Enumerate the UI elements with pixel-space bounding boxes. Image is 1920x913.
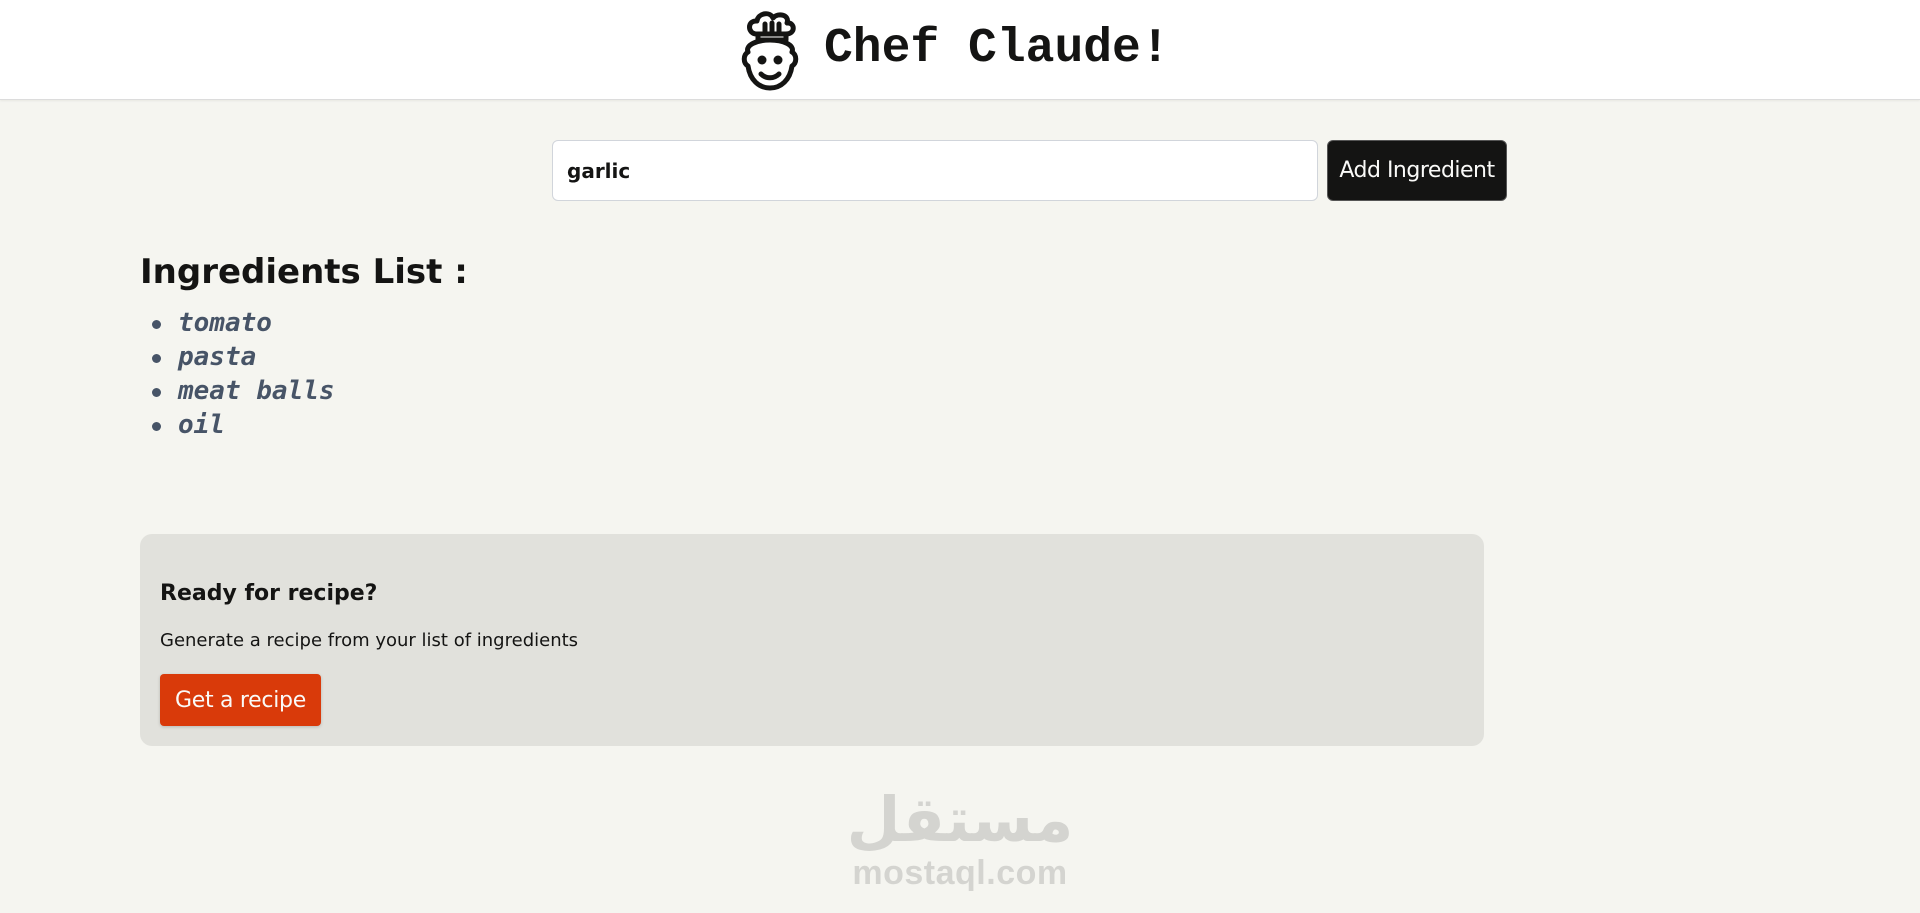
get-recipe-button[interactable]: Get a recipe	[160, 674, 321, 726]
recipe-card: Ready for recipe? Generate a recipe from…	[140, 534, 1484, 746]
app-title: Chef Claude!	[824, 22, 1170, 76]
watermark-arabic-text: مستقل	[846, 783, 1074, 856]
ingredients-list-title: Ingredients List :	[140, 252, 468, 292]
add-ingredient-button[interactable]: Add Ingredient	[1327, 140, 1507, 201]
ingredient-item: tomato	[152, 306, 335, 340]
ingredient-item: oil	[152, 408, 335, 442]
chef-icon	[741, 11, 799, 91]
ingredient-item: pasta	[152, 340, 335, 374]
watermark-url: mostaql.com	[852, 854, 1068, 892]
ingredient-item: meat balls	[152, 376, 335, 406]
ingredient-input[interactable]	[552, 140, 1318, 201]
ingredients-list: tomato pasta meat balls oil	[140, 306, 335, 442]
recipe-description: Generate a recipe from your list of ingr…	[160, 630, 579, 651]
app-header: Chef Claude!	[0, 0, 1920, 100]
watermark: مستقل mostaql.com	[835, 785, 1085, 900]
recipe-heading: Ready for recipe?	[160, 581, 378, 606]
